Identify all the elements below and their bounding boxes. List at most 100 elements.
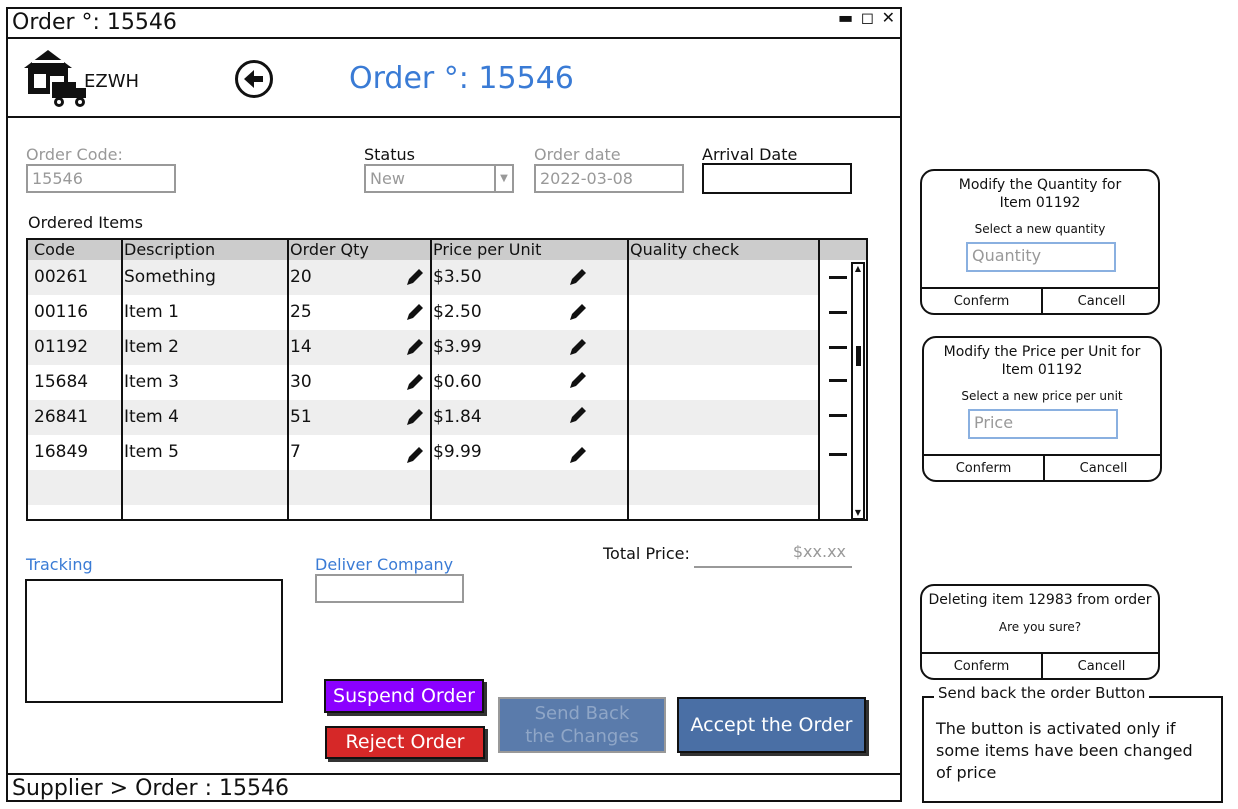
note-title: Send back the order Button: [934, 684, 1150, 702]
scrollbar-thumb[interactable]: [856, 346, 861, 366]
minus-icon[interactable]: [829, 346, 847, 349]
pencil-icon[interactable]: [567, 444, 589, 466]
window-controls[interactable]: ▬ ◻ ✕: [838, 8, 896, 27]
quantity-input[interactable]: Quantity: [966, 242, 1116, 272]
scroll-up-icon[interactable]: ▲: [853, 264, 863, 274]
confirm-button[interactable]: Conferm: [922, 652, 1043, 678]
cell-description: Item 2: [124, 337, 179, 357]
minus-icon[interactable]: [829, 379, 847, 382]
delete-item-dialog: Deleting item 12983 from order Are you s…: [920, 584, 1160, 680]
reject-order-button[interactable]: Reject Order: [325, 726, 485, 759]
table-scrollbar[interactable]: ▲ ▼: [851, 262, 865, 519]
dialog-prompt: Are you sure?: [998, 620, 1082, 634]
minus-icon[interactable]: [829, 414, 847, 417]
cell-description: Item 5: [124, 442, 179, 462]
table-header-actions: [818, 240, 866, 260]
minus-icon[interactable]: [829, 453, 847, 456]
minus-icon[interactable]: [829, 311, 847, 314]
pencil-icon[interactable]: [404, 444, 426, 466]
cell-qty: 7: [290, 442, 301, 462]
pencil-icon[interactable]: [404, 336, 426, 358]
deliver-company-field[interactable]: [315, 574, 464, 603]
cell-qty: 30: [290, 372, 312, 392]
modify-quantity-dialog: Modify the Quantity for Item 01192 Selec…: [920, 169, 1160, 315]
footer-divider: [8, 773, 902, 775]
header-divider: [8, 116, 902, 118]
cell-description: Item 1: [124, 302, 179, 322]
cell-code: 01192: [34, 337, 89, 357]
confirm-button[interactable]: Conferm: [922, 287, 1043, 313]
column-header-quality: Quality check: [630, 240, 740, 259]
column-divider: [121, 240, 123, 519]
cell-code: 00116: [34, 302, 89, 322]
cell-code: 15684: [34, 372, 89, 392]
pencil-icon[interactable]: [404, 301, 426, 323]
arrow-left-circle-icon: [244, 70, 263, 88]
cell-qty: 14: [290, 337, 312, 357]
cancel-button[interactable]: Cancell: [1045, 454, 1160, 480]
arrival-date-field[interactable]: [702, 163, 852, 194]
accept-order-button[interactable]: Accept the Order: [677, 697, 866, 753]
pencil-icon[interactable]: [567, 301, 589, 323]
cell-qty: 51: [290, 407, 312, 427]
cell-price: $3.50: [433, 267, 482, 287]
breadcrumb: Supplier > Order : 15546: [12, 776, 289, 801]
tracking-label: Tracking: [26, 555, 93, 574]
cell-price: $2.50: [433, 302, 482, 322]
scroll-down-icon[interactable]: ▼: [853, 508, 863, 518]
minus-icon[interactable]: [829, 276, 847, 279]
back-button[interactable]: [235, 60, 273, 98]
price-input[interactable]: Price: [968, 409, 1118, 439]
ordered-items-title: Ordered Items: [28, 213, 143, 232]
table-row-empty: [28, 470, 818, 505]
total-price-label: Total Price:: [603, 544, 690, 563]
chevron-down-icon: ▼: [494, 166, 512, 191]
column-divider: [627, 240, 629, 519]
order-date-label: Order date: [534, 145, 621, 164]
cell-price: $9.99: [433, 442, 482, 462]
pencil-icon[interactable]: [404, 406, 426, 428]
column-header-code: Code: [34, 240, 75, 259]
cell-code: 26841: [34, 407, 89, 427]
status-value: New: [370, 169, 405, 188]
dialog-title-line2: Item 01192: [1001, 362, 1083, 378]
arrival-date-label: Arrival Date: [702, 145, 798, 164]
dialog-title-line1: Modify the Price per Unit for: [943, 344, 1141, 360]
cancel-button[interactable]: Cancell: [1043, 652, 1158, 678]
cancel-button[interactable]: Cancell: [1043, 287, 1158, 313]
cell-code: 00261: [34, 267, 89, 287]
dialog-title-line1: Modify the Quantity for: [958, 177, 1122, 193]
send-back-line1: Send Back: [534, 703, 630, 724]
cell-price: $3.99: [433, 337, 482, 357]
confirm-button[interactable]: Conferm: [924, 454, 1045, 480]
order-code-label: Order Code:: [26, 145, 123, 164]
cell-qty: 25: [290, 302, 312, 322]
column-divider: [818, 240, 820, 519]
cell-qty: 20: [290, 267, 312, 287]
page-title: Order °: 15546: [349, 61, 574, 96]
pencil-icon[interactable]: [404, 266, 426, 288]
pencil-icon[interactable]: [567, 266, 589, 288]
pencil-icon[interactable]: [567, 336, 589, 358]
dialog-title-line2: Item 01192: [999, 195, 1081, 211]
cell-code: 16849: [34, 442, 89, 462]
warehouse-truck-icon: [22, 46, 88, 110]
tracking-textarea[interactable]: [25, 579, 283, 703]
cell-description: Something: [124, 267, 216, 287]
order-date-field[interactable]: 2022-03-08: [534, 164, 684, 193]
column-divider: [430, 240, 432, 519]
order-code-field[interactable]: 15546: [26, 164, 176, 193]
pencil-icon[interactable]: [567, 369, 589, 391]
cell-description: Item 4: [124, 407, 179, 427]
suspend-order-button[interactable]: Suspend Order: [324, 679, 484, 713]
note-text: The button is activated only if some ite…: [936, 719, 1193, 782]
status-select[interactable]: New ▼: [364, 164, 514, 193]
column-header-qty: Order Qty: [290, 240, 369, 259]
pencil-icon[interactable]: [404, 371, 426, 393]
deliver-company-label: Deliver Company: [315, 555, 454, 574]
pencil-icon[interactable]: [567, 404, 589, 426]
column-header-description: Description: [124, 240, 216, 259]
ordered-items-table: Code Description Order Qty Price per Uni…: [26, 238, 868, 521]
window-title: Order °: 15546: [12, 10, 177, 35]
modify-price-dialog: Modify the Price per Unit for Item 01192…: [922, 336, 1162, 482]
